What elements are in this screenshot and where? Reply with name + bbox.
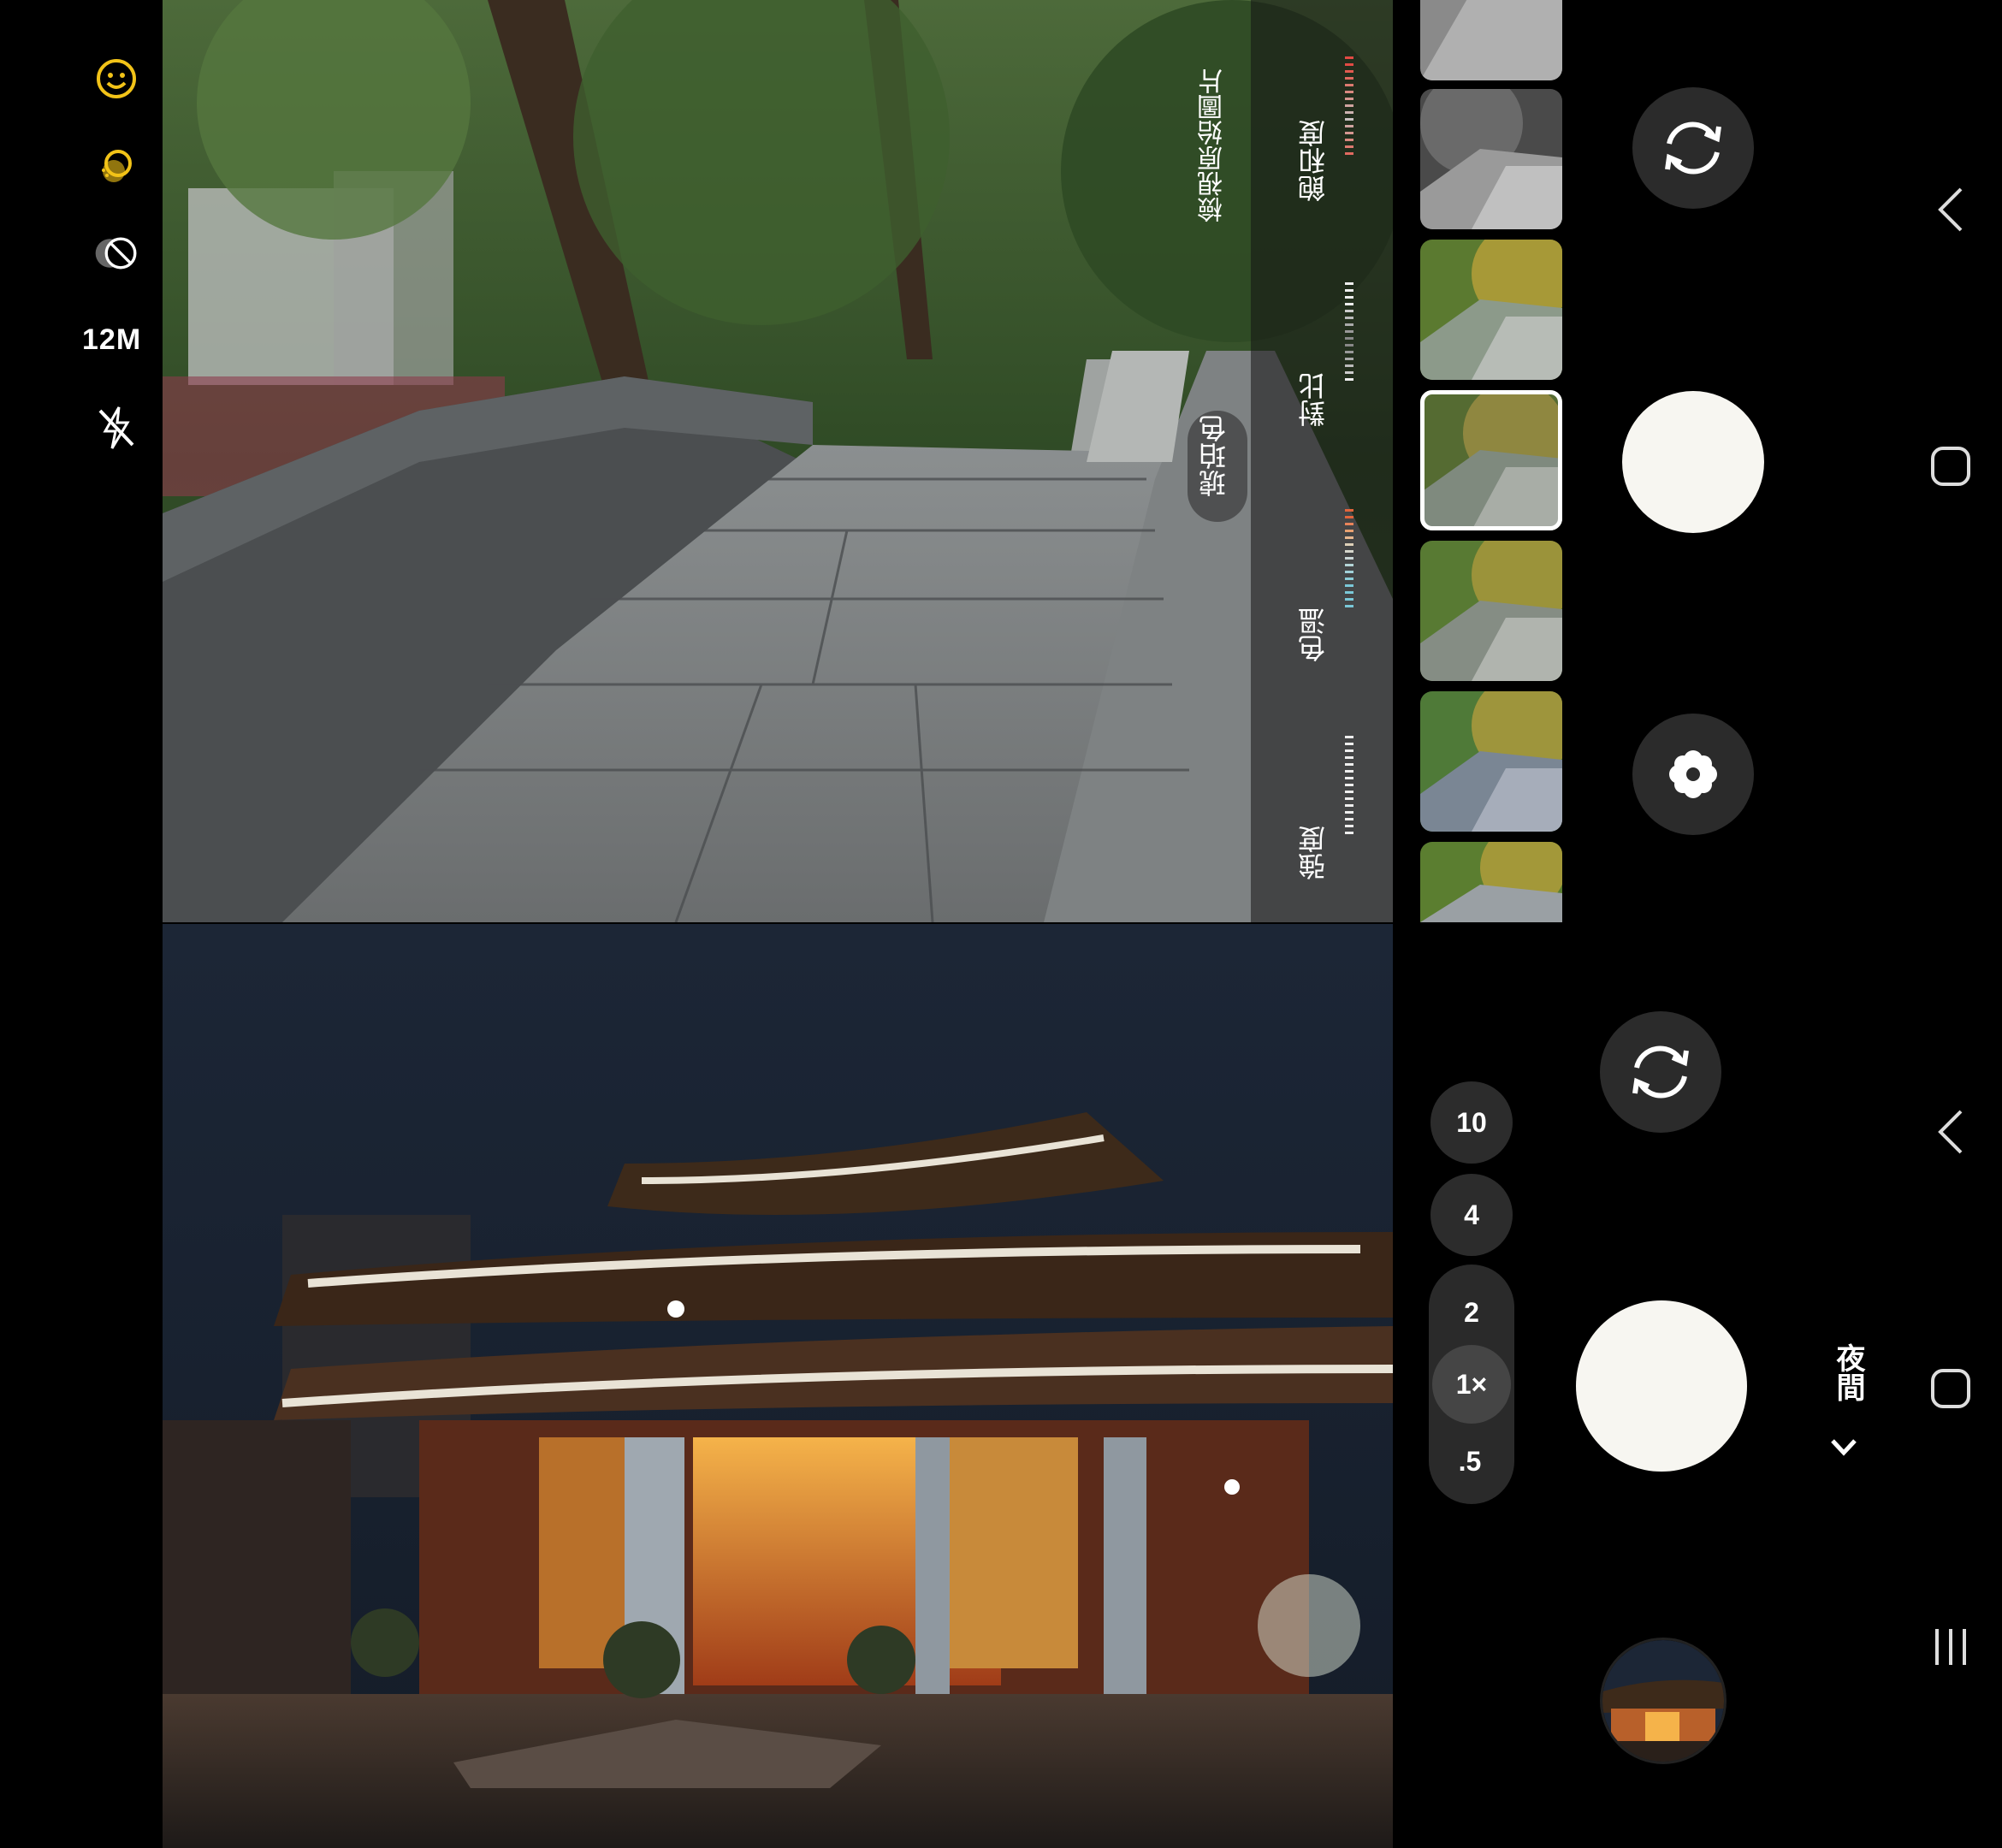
filter-thumbnail-selected[interactable] [1420, 390, 1562, 530]
switch-camera-button[interactable] [1632, 87, 1754, 209]
filter-name: 琥珀色 [1199, 415, 1229, 497]
filter-thumbnail[interactable] [1420, 240, 1562, 380]
temperature-slider[interactable] [1345, 509, 1353, 612]
slider-label-saturation: 飽和度 [1298, 120, 1329, 202]
switch-camera-icon [1665, 121, 1721, 175]
flower-icon [1669, 750, 1717, 798]
shutter-button-top[interactable] [1622, 391, 1764, 533]
flash-off-icon[interactable] [94, 406, 139, 450]
switch-camera-icon [1632, 1045, 1689, 1099]
switch-camera-button-bottom[interactable] [1600, 1011, 1721, 1133]
slider-label-intensity: 強度 [1298, 826, 1329, 880]
view-original-button[interactable]: 檢視原始圖片 [1194, 68, 1232, 222]
motion-off-icon[interactable] [94, 231, 139, 275]
zoom-4x-button[interactable]: 4 [1430, 1174, 1513, 1256]
home-nav-icon[interactable] [1925, 1359, 1976, 1419]
effects-button[interactable] [1632, 714, 1754, 835]
filter-thumbnail[interactable] [1420, 691, 1562, 832]
mode-selector[interactable]: 夜間 [1822, 1343, 1865, 1472]
home-nav-icon[interactable] [1925, 436, 1976, 496]
mode-label: 夜間 [1832, 1343, 1864, 1401]
chevron-down-icon [1829, 1437, 1858, 1463]
resolution-label[interactable]: 12M [82, 323, 141, 357]
intensity-slider[interactable] [1345, 736, 1353, 838]
gallery-thumbnail[interactable] [1600, 1638, 1727, 1764]
filter-icon[interactable] [94, 144, 139, 188]
slider-label-contrast: 對比 [1298, 372, 1329, 427]
filter-thumbnail[interactable] [1420, 541, 1562, 681]
slider-label-temperature: 色溫 [1298, 607, 1329, 662]
filter-thumbnail-list[interactable] [1420, 0, 1562, 922]
zoom-2x-button[interactable]: 2 [1430, 1278, 1513, 1347]
settings-column: 12M [0, 0, 163, 924]
shutter-button-bottom[interactable] [1576, 1300, 1747, 1472]
filter-thumbnail[interactable] [1420, 0, 1562, 80]
contrast-slider[interactable] [1345, 282, 1353, 385]
filter-thumbnail[interactable] [1420, 89, 1562, 229]
recents-nav-icon[interactable] [1925, 1617, 1976, 1677]
filter-thumbnail[interactable] [1420, 842, 1562, 922]
face-effect-icon[interactable] [94, 56, 139, 101]
back-nav-icon[interactable] [1925, 180, 1976, 240]
zoom-1x-button[interactable]: 1× [1432, 1345, 1511, 1424]
zoom-05x-button[interactable]: .5 [1429, 1427, 1511, 1496]
zoom-10x-button[interactable]: 10 [1430, 1081, 1513, 1164]
back-nav-icon[interactable] [1925, 1102, 1976, 1162]
saturation-slider[interactable] [1345, 56, 1353, 159]
viewfinder-bottom[interactable] [163, 924, 1393, 1848]
